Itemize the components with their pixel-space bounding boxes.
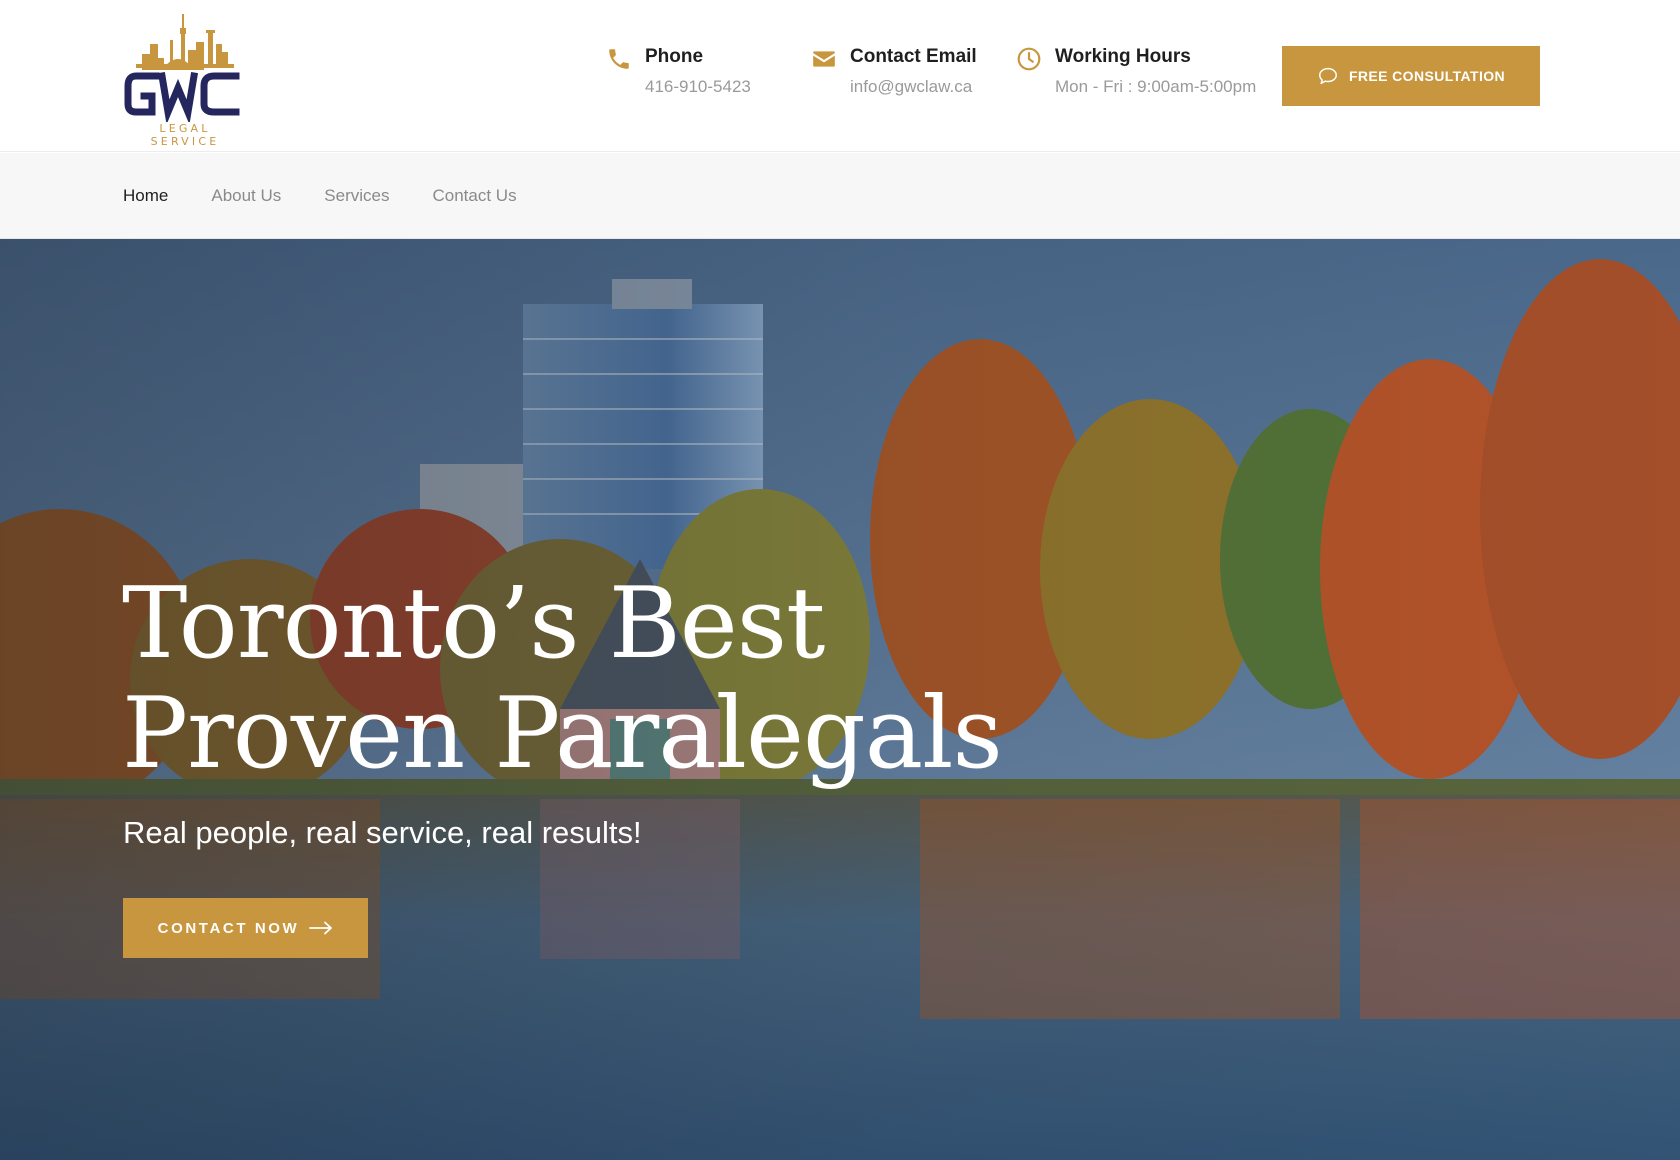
phone-title: Phone — [645, 46, 704, 67]
header-email[interactable]: Contact Email info@gwclaw.ca — [811, 44, 1011, 104]
hours-value: Mon - Fri : 9:00am-5:00pm — [1055, 77, 1257, 96]
header-hours: Working Hours Mon - Fri : 9:00am-5:00pm — [1016, 44, 1276, 104]
contact-now-label: CONTACT NOW — [157, 919, 300, 937]
hero-subtitle: Real people, real service, real results! — [123, 815, 642, 850]
main-nav: Home About Us Services Contact Us — [0, 153, 1680, 239]
hero-title-line-1: Toronto’s Best — [122, 567, 825, 681]
email-title: Contact Email — [850, 46, 977, 67]
header-phone[interactable]: Phone 416-910-5423 — [606, 44, 796, 104]
hero-title: Toronto’s Best Proven Paralegals — [122, 569, 1022, 789]
nav-list: Home About Us Services Contact Us — [123, 153, 517, 239]
phone-number[interactable]: 416-910-5423 — [645, 77, 751, 97]
site-logo[interactable]: LEGAL SERVICE — [122, 14, 252, 148]
envelope-icon — [813, 51, 835, 67]
email-address[interactable]: info@gwclaw.ca — [850, 77, 972, 97]
contact-now-button[interactable]: CONTACT NOW — [123, 898, 368, 958]
top-header: LEGAL SERVICE Phone 416-910-5423 Contact… — [0, 0, 1680, 152]
nav-item-home[interactable]: Home — [123, 186, 168, 206]
chat-bubble-icon — [1318, 67, 1337, 85]
free-consultation-button[interactable]: FREE CONSULTATION — [1282, 46, 1540, 106]
arrow-right-icon — [309, 921, 333, 935]
hero-title-line-2: Proven Paralegals — [122, 677, 1003, 791]
free-consultation-label: FREE CONSULTATION — [1348, 68, 1506, 84]
nav-item-services[interactable]: Services — [324, 186, 389, 206]
clock-icon — [1017, 47, 1041, 71]
nav-item-contact-us[interactable]: Contact Us — [432, 186, 516, 206]
hours-title: Working Hours — [1055, 46, 1191, 67]
logo-caption: LEGAL SERVICE — [150, 122, 220, 148]
phone-icon — [609, 49, 629, 69]
hero-section: Toronto’s Best Proven Paralegals Real pe… — [0, 239, 1680, 1160]
logo-mark — [124, 14, 240, 125]
nav-item-about-us[interactable]: About Us — [211, 186, 281, 206]
